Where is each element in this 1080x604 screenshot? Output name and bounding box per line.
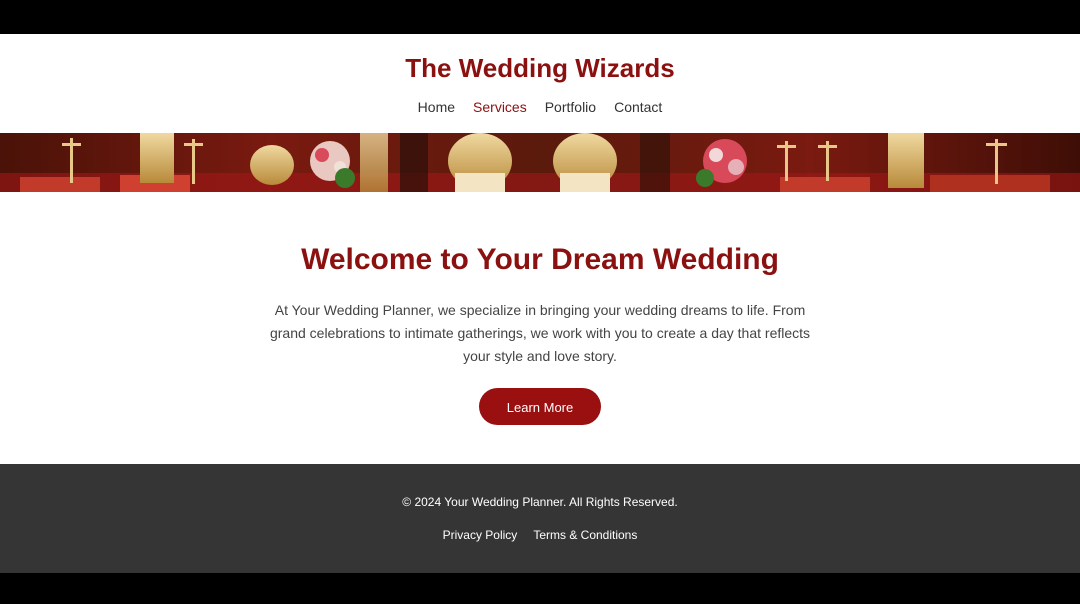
terms-conditions-link[interactable]: Terms & Conditions xyxy=(533,528,637,542)
hero-description: At Your Wedding Planner, we specialize i… xyxy=(269,302,811,364)
site-footer: © 2024 Your Wedding Planner. All Rights … xyxy=(0,464,1080,573)
welcome-section: Welcome to Your Dream Wedding At Your We… xyxy=(0,192,1080,425)
site-header: The Wedding Wizards Home Services Portfo… xyxy=(0,34,1080,133)
hero-title: Welcome to Your Dream Wedding xyxy=(301,243,779,276)
nav-item-contact[interactable]: Contact xyxy=(614,98,662,116)
main-nav: Home Services Portfolio Contact xyxy=(0,98,1080,116)
wedding-venue-photo xyxy=(0,133,1080,192)
site-title: The Wedding Wizards xyxy=(405,53,675,83)
privacy-policy-link[interactable]: Privacy Policy xyxy=(443,528,518,542)
learn-more-button[interactable]: Learn More xyxy=(479,388,601,425)
nav-item-home[interactable]: Home xyxy=(418,98,455,116)
hero-banner-image xyxy=(0,133,1080,192)
copyright-text: © 2024 Your Wedding Planner. All Rights … xyxy=(402,495,678,509)
webpage: The Wedding Wizards Home Services Portfo… xyxy=(0,34,1080,573)
nav-item-portfolio[interactable]: Portfolio xyxy=(545,98,596,116)
nav-item-services[interactable]: Services xyxy=(473,98,527,116)
footer-links: Privacy Policy Terms & Conditions xyxy=(0,528,1080,542)
